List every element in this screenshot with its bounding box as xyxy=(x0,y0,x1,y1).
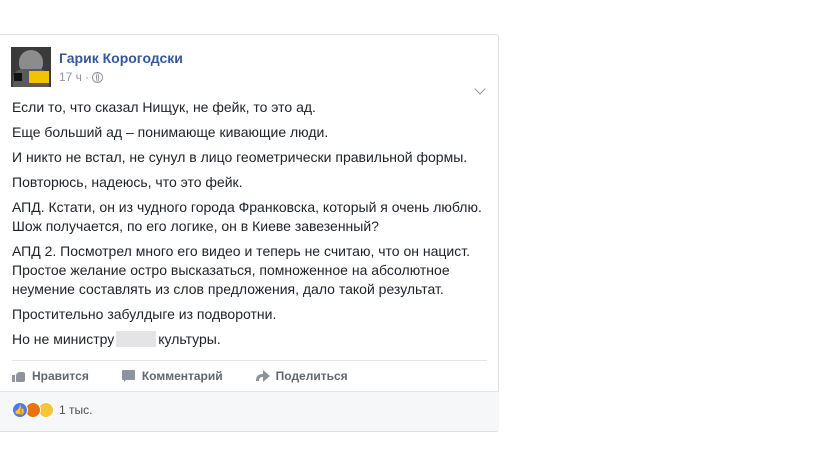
post-paragraph: Повторюсь, надеюсь, что это фейк. xyxy=(12,174,243,190)
post-paragraph: И никто не встал, не сунул в лицо геомет… xyxy=(12,149,468,165)
post-body: Если то, что сказал Нищук, не фейк, то э… xyxy=(12,98,482,355)
author-avatar[interactable] xyxy=(11,47,51,87)
last-line-start: Но не министру xyxy=(12,331,115,347)
reactions-summary[interactable]: 👍 1 тыс. xyxy=(12,402,92,418)
post-timestamp[interactable]: 17 ч xyxy=(59,70,82,84)
like-label: Нравится xyxy=(32,369,89,383)
avatar-logo xyxy=(14,73,22,81)
post-paragraph: Еще больший ад – понимающе кивающие люди… xyxy=(12,124,329,140)
post-author-name[interactable]: Гарик Корогодски xyxy=(59,50,183,66)
share-icon xyxy=(255,370,270,382)
post-paragraph-last: Но не министру культуры. xyxy=(12,330,482,349)
reactions-count[interactable]: 1 тыс. xyxy=(59,403,92,417)
redacted-word xyxy=(116,331,157,347)
reactions-footer: 👍 1 тыс. xyxy=(0,391,499,431)
post-paragraph: Простительно забулдыге из подворотни. xyxy=(12,306,277,322)
share-label: Поделиться xyxy=(275,369,348,383)
actions-divider xyxy=(12,360,487,361)
post-actions: Нравится Комментарий Поделиться xyxy=(12,362,487,390)
post-meta: 17 ч · xyxy=(59,70,103,84)
post-paragraph: АПД. Кстати, он из чудного города Франко… xyxy=(12,199,482,234)
post-paragraph: Если то, что сказал Нищук, не фейк, то э… xyxy=(12,99,316,115)
like-button[interactable]: Нравится xyxy=(12,369,89,383)
last-line-end: культуры. xyxy=(158,331,221,347)
share-button[interactable]: Поделиться xyxy=(255,369,348,383)
post-options-chevron-icon[interactable] xyxy=(474,83,486,95)
comment-label: Комментарий xyxy=(141,369,223,383)
comment-button[interactable]: Комментарий xyxy=(121,369,223,383)
comment-icon xyxy=(121,370,136,382)
post-paragraph: АПД 2. Посмотрел много его видео и тепер… xyxy=(12,243,470,297)
meta-separator: · xyxy=(84,70,89,84)
thumbs-up-icon xyxy=(12,370,26,382)
avatar-badge xyxy=(29,71,49,83)
like-icon: 👍 xyxy=(12,402,28,418)
globe-icon[interactable] xyxy=(91,71,103,83)
